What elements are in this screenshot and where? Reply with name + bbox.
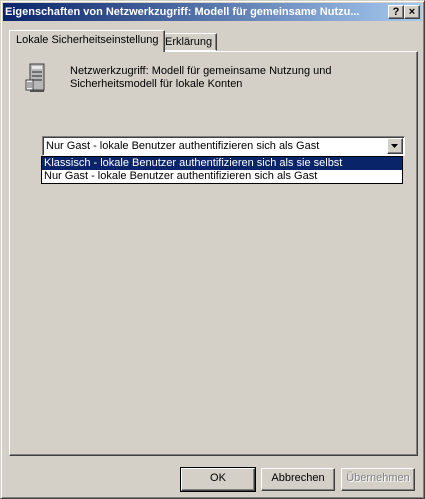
cancel-button[interactable]: Abbrechen	[261, 468, 335, 491]
combobox-dropdown-button[interactable]	[387, 138, 403, 154]
title-bar[interactable]: Eigenschaften von Netzwerkzugriff: Model…	[3, 3, 422, 21]
dropdown-option-guest-only[interactable]: Nur Gast - lokale Benutzer authentifizie…	[42, 170, 402, 183]
server-policy-icon	[25, 63, 45, 92]
tab-local-security-setting[interactable]: Lokale Sicherheitseinstellung	[9, 30, 166, 52]
policy-line-2: Sicherheitsmodell für lokale Konten	[70, 78, 243, 90]
properties-dialog: Eigenschaften von Netzwerkzugriff: Model…	[0, 0, 425, 499]
combobox-dropdown-list: Klassisch - lokale Benutzer authentifizi…	[41, 156, 403, 184]
dropdown-option-classic[interactable]: Klassisch - lokale Benutzer authentifizi…	[42, 157, 402, 170]
chevron-down-icon	[391, 144, 398, 148]
tab-explanation[interactable]: Erklärung	[160, 33, 218, 51]
policy-description: Netzwerkzugriff: Modell für gemeinsame N…	[70, 65, 390, 91]
security-model-combobox[interactable]: Nur Gast - lokale Benutzer authentifizie…	[42, 136, 405, 156]
close-button[interactable]: ×	[404, 5, 420, 19]
tab-panel: Netzwerkzugriff: Modell für gemeinsame N…	[9, 51, 418, 456]
ok-button[interactable]: OK	[180, 467, 256, 492]
window-title: Eigenschaften von Netzwerkzugriff: Model…	[5, 6, 360, 18]
policy-line-1: Netzwerkzugriff: Modell für gemeinsame N…	[70, 65, 332, 77]
help-button[interactable]: ?	[388, 5, 404, 19]
combobox-value: Nur Gast - lokale Benutzer authentifizie…	[46, 140, 320, 152]
apply-button[interactable]: Übernehmen	[341, 468, 415, 491]
